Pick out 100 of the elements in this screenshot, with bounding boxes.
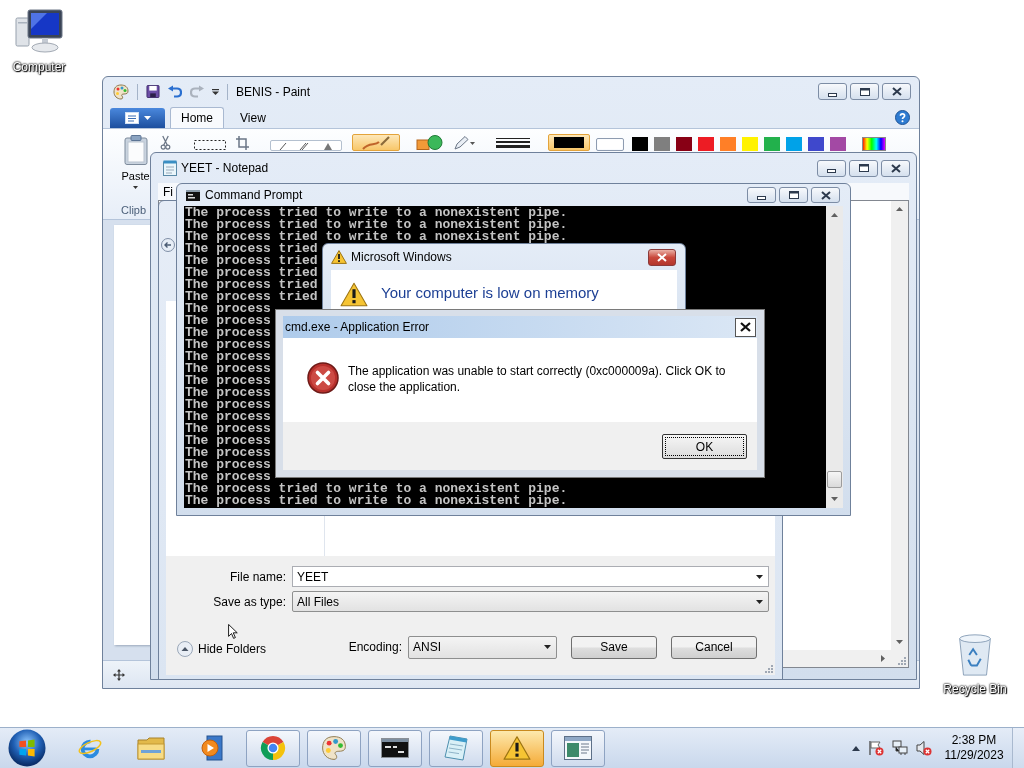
close-icon — [890, 163, 901, 173]
close-icon — [891, 87, 902, 96]
up-arrow-icon[interactable] — [831, 213, 838, 217]
shapes-button[interactable] — [414, 134, 446, 151]
down-arrow-icon[interactable] — [831, 497, 838, 501]
field-label: Encoding: — [348, 640, 402, 654]
dropdown-arrow-icon[interactable] — [756, 574, 763, 579]
color-swatch[interactable] — [676, 137, 692, 151]
window-icon[interactable] — [564, 735, 592, 761]
color-swatch[interactable] — [632, 137, 648, 151]
up-arrow-icon[interactable] — [852, 745, 860, 751]
app-menu-button[interactable] — [110, 108, 165, 128]
window-title: BENIS - Paint — [236, 84, 311, 99]
shapes-gallery[interactable] — [270, 140, 342, 151]
primary-color-button[interactable] — [548, 134, 590, 151]
round-logo-icon[interactable] — [259, 735, 287, 761]
scissors-icon — [159, 135, 171, 150]
minimize-button[interactable] — [747, 187, 776, 203]
crop-button[interactable] — [234, 134, 250, 151]
close-button[interactable] — [882, 83, 911, 100]
taskbar-button[interactable] — [368, 729, 422, 767]
console-icon[interactable] — [381, 738, 409, 758]
mute-icon[interactable] — [916, 740, 932, 756]
spectrum-icon[interactable] — [862, 137, 886, 151]
close-icon — [820, 190, 831, 200]
down-arrow-icon[interactable] — [896, 640, 903, 644]
color-swatch[interactable] — [742, 137, 758, 151]
notepad-icon[interactable] — [442, 735, 470, 761]
move-icon — [113, 668, 125, 681]
play-icon[interactable] — [201, 735, 223, 761]
hide-folders-button[interactable]: Hide Folders — [177, 641, 267, 657]
color-swatch[interactable] — [786, 137, 802, 151]
file-name-field[interactable]: YEET — [292, 566, 769, 587]
resize-grip-icon[interactable] — [764, 664, 773, 673]
warning-icon — [340, 282, 368, 307]
maximize-button[interactable] — [779, 187, 808, 203]
ribbon-tab[interactable]: Home — [170, 107, 224, 128]
line-size-icon — [496, 137, 530, 148]
network-icon[interactable] — [892, 740, 908, 756]
console-line: The process — [185, 447, 271, 459]
back-button-icon[interactable] — [161, 238, 175, 252]
maximize-button[interactable] — [850, 83, 879, 100]
color-swatch[interactable] — [654, 137, 670, 151]
maximize-button[interactable] — [849, 159, 878, 177]
close-icon — [657, 252, 667, 262]
undo-icon[interactable] — [168, 85, 182, 98]
resize-grip-icon[interactable] — [897, 656, 906, 665]
cancel-button[interactable]: Cancel — [671, 635, 757, 659]
help-icon[interactable] — [895, 109, 910, 125]
close-button[interactable] — [881, 159, 910, 177]
start-button[interactable] — [8, 729, 46, 767]
caret-icon[interactable] — [212, 88, 219, 95]
brush-button[interactable] — [352, 134, 400, 151]
console-line: The process tried — [185, 243, 318, 255]
computer-icon[interactable] — [15, 9, 63, 53]
paste-button[interactable]: Paste — [121, 132, 150, 189]
maximize-icon — [788, 191, 799, 199]
menu-item[interactable]: Fi — [163, 184, 173, 199]
window-title: YEET - Notepad — [181, 161, 269, 175]
console-icon — [186, 189, 200, 201]
encoding-dropdown[interactable]: ANSI — [408, 635, 557, 659]
dashed-rectangle-icon — [194, 140, 226, 150]
vertical-scrollbar[interactable] — [891, 201, 908, 650]
clock-date[interactable]: 11/29/2023 — [944, 748, 1004, 763]
color-swatch[interactable] — [698, 137, 714, 151]
color-swatch[interactable] — [720, 137, 736, 151]
shapes-icon — [416, 135, 444, 150]
notepad-icon — [163, 160, 177, 176]
close-button[interactable] — [811, 187, 840, 203]
console-line: The process — [185, 459, 271, 471]
palette-icon[interactable] — [113, 83, 129, 100]
file-type-dropdown[interactable]: All Files — [292, 591, 769, 612]
ribbon-tab[interactable]: View — [229, 107, 277, 128]
color-swatch[interactable] — [830, 137, 846, 151]
save-button[interactable]: Save — [571, 635, 657, 659]
console-line: The process tried to write to a nonexistent pipe. — [185, 207, 568, 219]
flag-icon[interactable] — [868, 740, 884, 756]
desktop-icon-label[interactable]: Computer — [12, 60, 66, 74]
vertical-scrollbar[interactable] — [826, 206, 843, 508]
close-button[interactable] — [648, 248, 676, 266]
warning-icon — [331, 250, 347, 264]
up-arrow-icon[interactable] — [896, 207, 903, 211]
pencil-button[interactable] — [452, 134, 478, 151]
color-swatch[interactable] — [764, 137, 780, 151]
field-label: Save as type: — [213, 594, 286, 609]
close-button[interactable] — [735, 317, 756, 337]
warning-icon[interactable] — [503, 735, 531, 761]
right-arrow-icon[interactable] — [881, 655, 885, 662]
color-swatch[interactable] — [808, 137, 824, 151]
minimize-button[interactable] — [818, 83, 847, 100]
clock-time[interactable]: 2:38 PM — [951, 733, 997, 748]
save-icon[interactable] — [146, 85, 160, 98]
minimize-button[interactable] — [817, 159, 846, 177]
cut-button[interactable] — [158, 134, 172, 151]
maximize-icon — [859, 87, 870, 96]
desktop-icon-label[interactable]: Recycle Bin — [943, 682, 1007, 696]
palette-icon[interactable] — [320, 735, 348, 761]
scroll-thumb[interactable] — [827, 471, 842, 488]
ok-button[interactable]: OK — [662, 434, 747, 459]
close-icon — [740, 322, 751, 332]
